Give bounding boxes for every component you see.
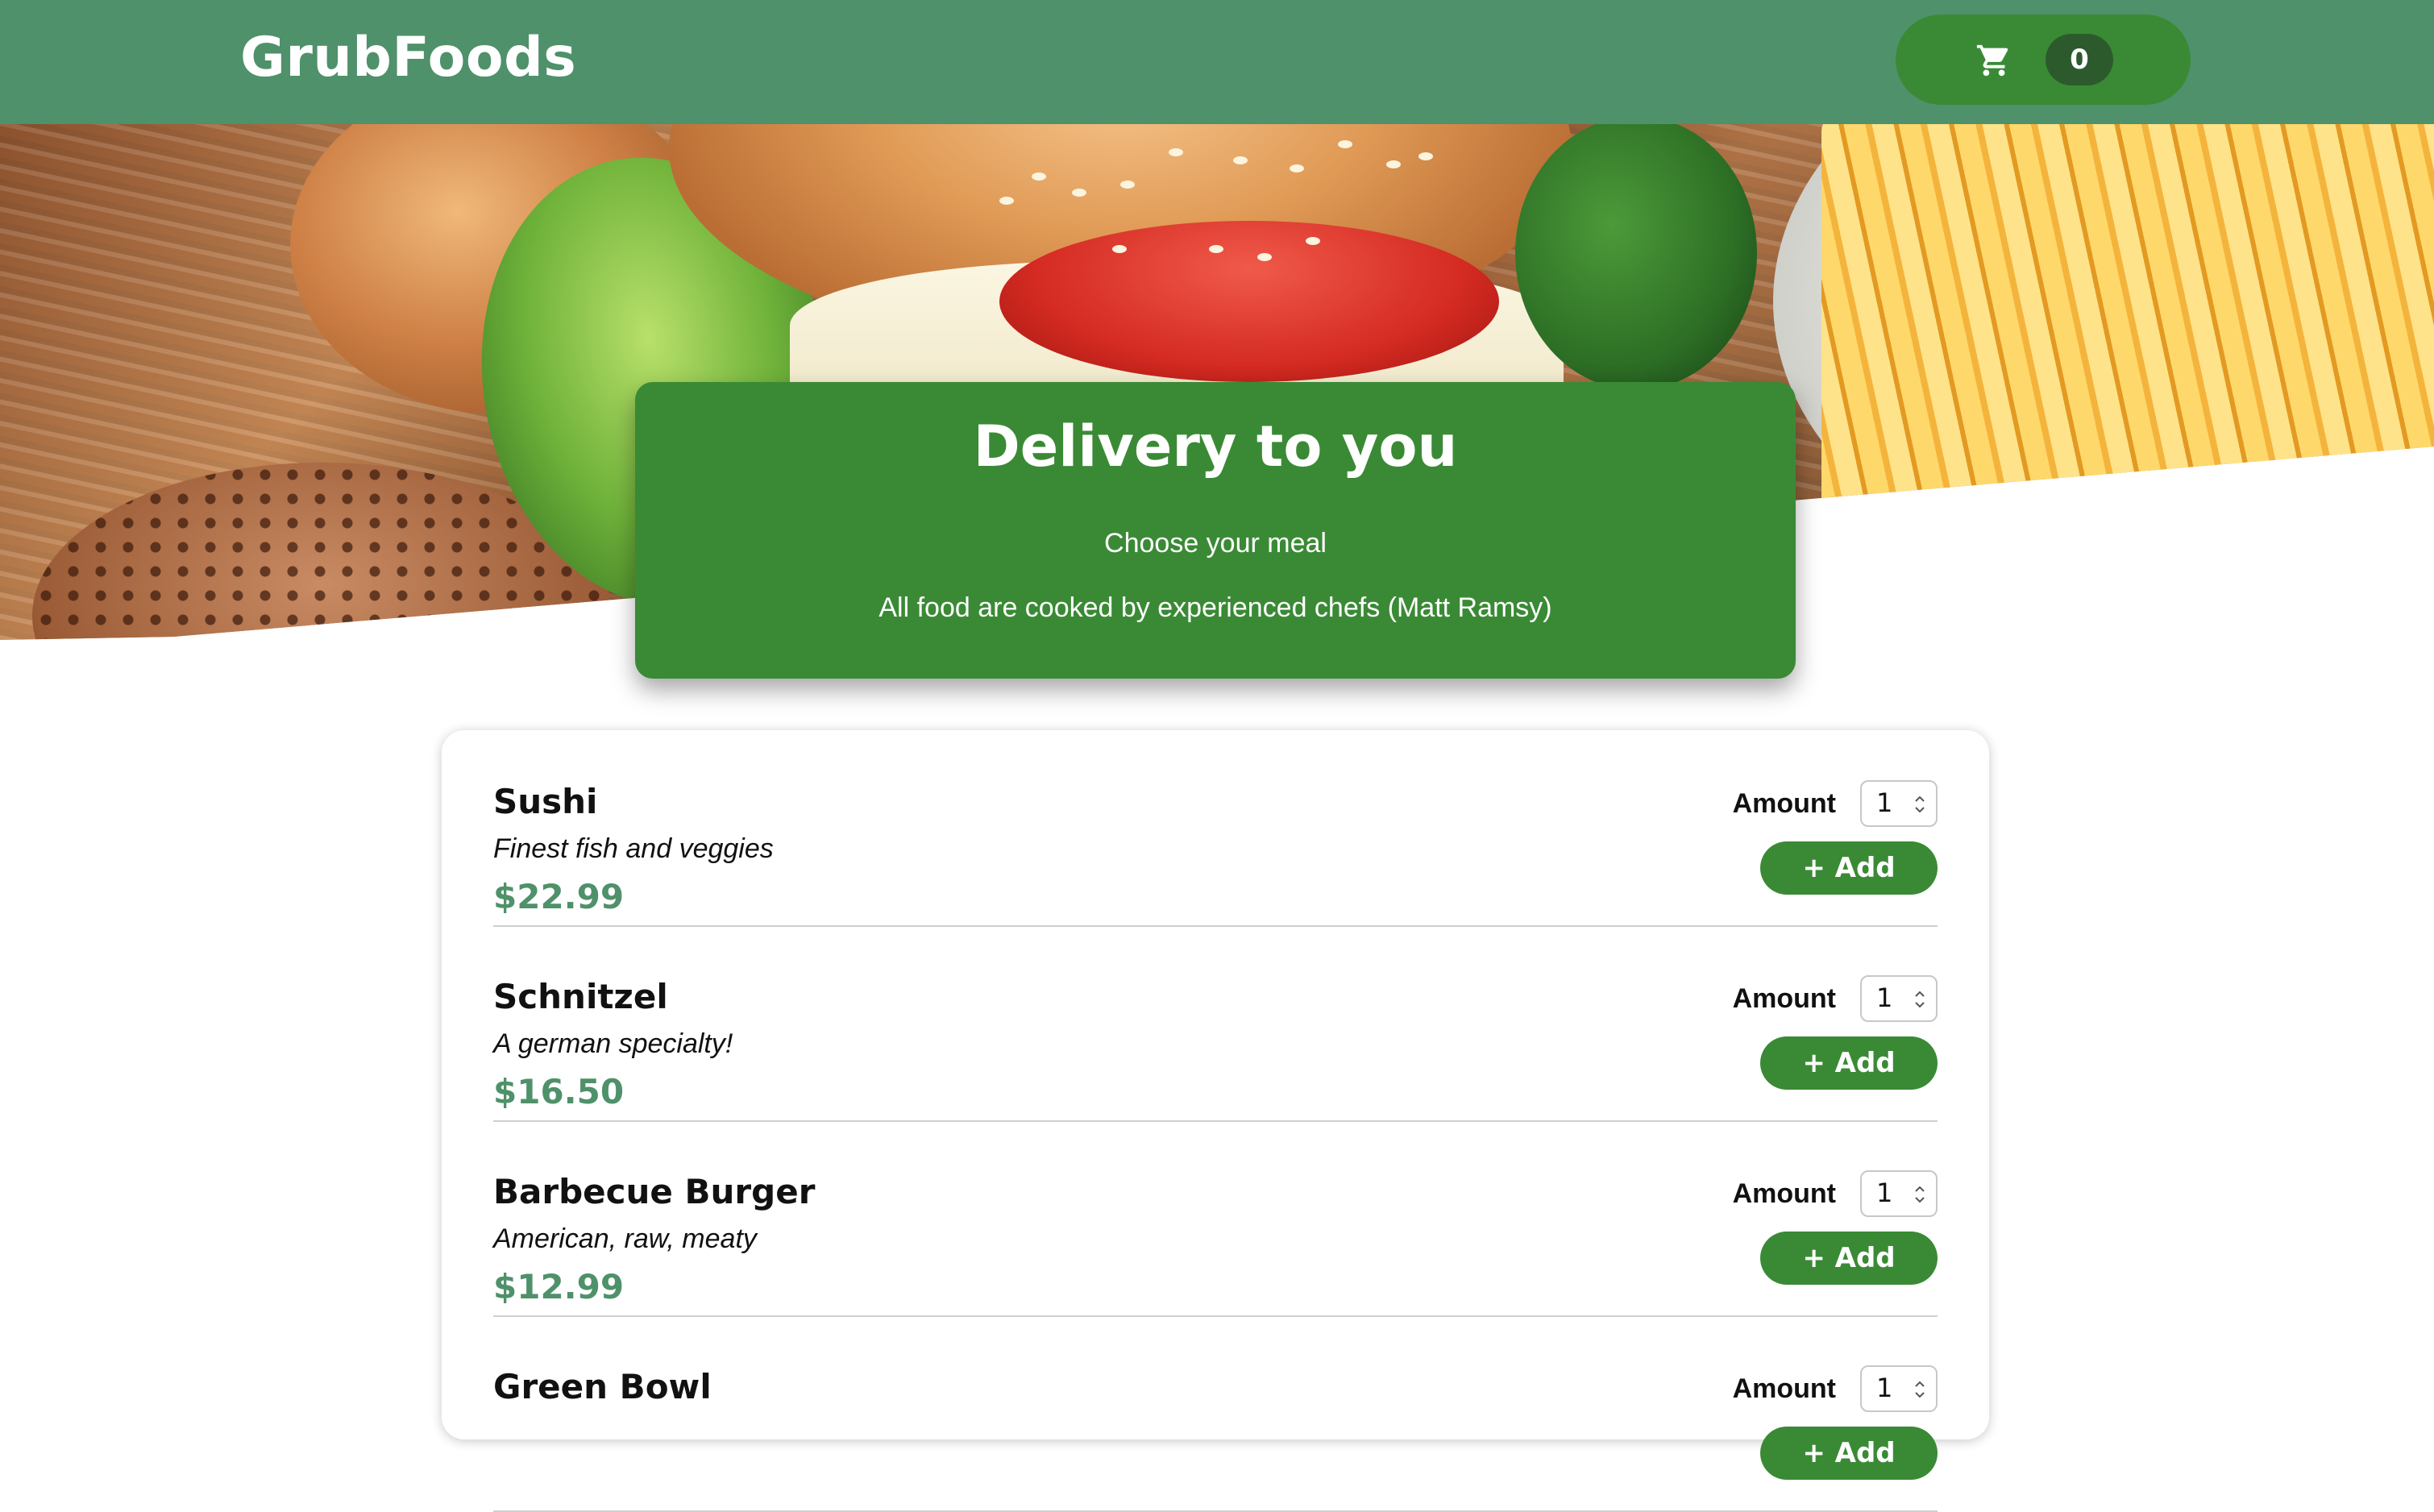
top-bar: GrubFoods 0 — [0, 0, 2434, 124]
fries-shape — [1821, 124, 2434, 534]
sesame-seed — [1209, 245, 1223, 253]
amount-value[interactable]: 1 — [1876, 985, 1892, 1011]
amount-input[interactable]: 1 — [1860, 1170, 1938, 1217]
sesame-seed — [1306, 237, 1320, 245]
meal-name: Sushi — [493, 782, 598, 821]
meal-item: Sushi Finest fish and veggies $22.99 Amo… — [493, 730, 1938, 927]
sesame-seed — [1257, 253, 1272, 261]
spinner-arrows-icon[interactable] — [1913, 793, 1926, 816]
cart-count-badge: 0 — [2046, 34, 2113, 85]
sesame-seed — [1386, 160, 1401, 168]
amount-value[interactable]: 1 — [1876, 790, 1892, 816]
amount-label: Amount — [1732, 1373, 1836, 1404]
cart-icon — [1976, 44, 2008, 77]
spinner-arrows-icon[interactable] — [1913, 1378, 1926, 1401]
sesame-seed — [999, 197, 1014, 205]
meal-name: Schnitzel — [493, 977, 668, 1016]
meal-price: $16.50 — [493, 1072, 625, 1111]
amount-label: Amount — [1732, 788, 1836, 819]
spinner-arrows-icon[interactable] — [1913, 988, 1926, 1011]
hero-title: Delivery to you — [973, 413, 1458, 480]
sesame-seed — [1290, 164, 1304, 172]
meal-price: $22.99 — [493, 877, 625, 916]
add-to-cart-button[interactable]: + Add — [1760, 1232, 1938, 1285]
add-to-cart-button[interactable]: + Add — [1760, 841, 1938, 895]
sesame-seed — [1032, 172, 1046, 181]
meals-list-card: Sushi Finest fish and veggies $22.99 Amo… — [442, 730, 1989, 1512]
add-to-cart-button[interactable]: + Add — [1760, 1427, 1938, 1480]
add-to-cart-button[interactable]: + Add — [1760, 1036, 1938, 1090]
lettuce-shape — [1515, 124, 1757, 390]
spinner-arrows-icon[interactable] — [1913, 1183, 1926, 1206]
hero-summary-card: Delivery to you Choose your meal All foo… — [635, 382, 1796, 679]
sesame-seed — [1120, 181, 1135, 189]
amount-input[interactable]: 1 — [1860, 780, 1938, 827]
amount-value[interactable]: 1 — [1876, 1180, 1892, 1206]
sesame-seed — [1112, 245, 1127, 253]
amount-input[interactable]: 1 — [1860, 1365, 1938, 1412]
cart-button[interactable]: 0 — [1896, 15, 2191, 105]
amount-label: Amount — [1732, 983, 1836, 1014]
meal-item: Green Bowl Amount 1 + Add — [493, 1315, 1938, 1512]
hero-subtitle: Choose your meal — [1104, 528, 1327, 559]
meal-item: Barbecue Burger American, raw, meaty $12… — [493, 1120, 1938, 1317]
sesame-seed — [1338, 140, 1352, 148]
sesame-seed — [1072, 189, 1086, 197]
sesame-seed — [1169, 148, 1183, 156]
meal-description: American, raw, meaty — [493, 1223, 757, 1254]
meal-name: Green Bowl — [493, 1367, 712, 1406]
meal-name: Barbecue Burger — [493, 1172, 816, 1211]
amount-label: Amount — [1732, 1178, 1836, 1209]
meal-price: $12.99 — [493, 1267, 625, 1306]
tomato-shape — [999, 221, 1499, 382]
meal-item: Schnitzel A german specialty! $16.50 Amo… — [493, 925, 1938, 1122]
brand-logo[interactable]: GrubFoods — [240, 31, 576, 85]
hero-note: All food are cooked by experienced chefs… — [878, 592, 1552, 623]
amount-input[interactable]: 1 — [1860, 975, 1938, 1022]
meal-description: Finest fish and veggies — [493, 833, 774, 864]
sesame-seed — [1233, 156, 1248, 164]
meal-description: A german specialty! — [493, 1028, 733, 1059]
sesame-seed — [1418, 152, 1433, 160]
amount-value[interactable]: 1 — [1876, 1375, 1892, 1401]
